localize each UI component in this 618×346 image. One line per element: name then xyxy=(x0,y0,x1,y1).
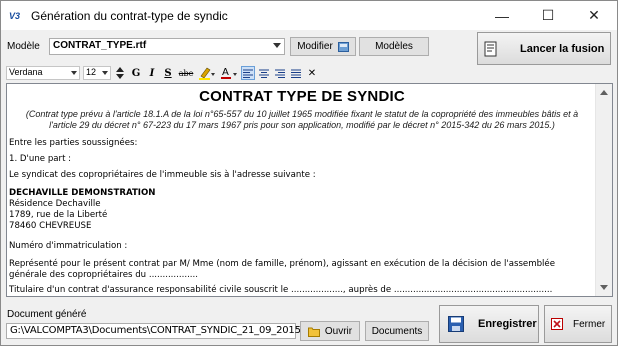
size-stepper-icon[interactable] xyxy=(113,66,127,80)
underline-button[interactable]: S xyxy=(161,66,175,80)
modify-button[interactable]: Modifier xyxy=(290,37,356,56)
address-line: 78460 CHEVREUSE xyxy=(9,221,92,231)
document-subtitle: (Contrat type prévu à l'article 18.1.A d… xyxy=(25,109,579,130)
font-size-select[interactable]: 12 xyxy=(83,66,111,80)
document-paragraph: Numéro d'immatriculation : xyxy=(9,241,128,251)
address-line: 1789, rue de la Liberté xyxy=(9,210,108,220)
launch-fusion-label: Lancer la fusion xyxy=(520,42,605,55)
generated-label: Document généré xyxy=(7,309,87,320)
address-name: DECHAVILLE DEMONSTRATION xyxy=(9,188,156,198)
close-button-label: Fermer xyxy=(573,318,606,330)
document-paragraph: Le syndicat des copropriétaires de l'imm… xyxy=(9,170,316,180)
format-toolbar: Verdana 12 G I S abe A ✕ xyxy=(6,65,430,81)
generated-path-value: G:\VALCOMPTA3\Documents\CONTRAT_SYNDIC_2… xyxy=(10,325,315,336)
align-left-icon[interactable] xyxy=(241,66,255,80)
generated-path-field[interactable]: G:\VALCOMPTA3\Documents\CONTRAT_SYNDIC_2… xyxy=(6,323,315,339)
maximize-icon: ☐ xyxy=(541,7,555,23)
model-label: Modèle xyxy=(7,41,40,52)
maximize-button[interactable]: ☐ xyxy=(525,1,571,30)
document-paragraph: Entre les parties soussignées: xyxy=(9,138,138,148)
minimize-button[interactable]: — xyxy=(479,1,525,30)
chevron-down-icon xyxy=(102,71,108,75)
document-paragraph: 1. D'une part : xyxy=(9,154,72,164)
clear-format-icon[interactable]: ✕ xyxy=(305,66,319,80)
close-icon: ✕ xyxy=(588,7,600,23)
close-button[interactable]: Fermer xyxy=(544,305,612,343)
bold-button[interactable]: G xyxy=(129,66,143,80)
model-select-value: CONTRAT_TYPE.rtf xyxy=(53,40,147,51)
scroll-up-icon[interactable] xyxy=(600,90,608,95)
documents-button[interactable]: Documents xyxy=(365,321,429,341)
edit-icon xyxy=(337,41,349,52)
minimize-icon: — xyxy=(495,7,509,24)
highlighter-icon[interactable] xyxy=(197,66,217,80)
address-line: Résidence Dechaville xyxy=(9,199,101,209)
font-select-value: Verdana xyxy=(9,67,43,77)
document-merge-icon xyxy=(484,41,497,56)
font-color-icon[interactable]: A xyxy=(219,66,239,80)
model-select[interactable]: CONTRAT_TYPE.rtf xyxy=(49,38,285,55)
strikethrough-button[interactable]: abe xyxy=(177,66,195,80)
scroll-down-icon[interactable] xyxy=(600,285,608,290)
align-justify-icon[interactable] xyxy=(289,66,303,80)
document-editor[interactable]: CONTRAT TYPE DE SYNDIC (Contrat type pré… xyxy=(6,83,613,297)
chevron-down-icon xyxy=(71,71,77,75)
launch-fusion-button[interactable]: Lancer la fusion xyxy=(477,32,611,65)
document-title: CONTRAT TYPE DE SYNDIC xyxy=(199,88,405,105)
models-button[interactable]: Modèles xyxy=(359,37,429,56)
save-button-label: Enregistrer xyxy=(478,318,537,330)
window-title: Génération du contrat-type de syndic xyxy=(31,8,228,23)
modify-button-label: Modifier xyxy=(297,41,333,52)
app-icon: V3 xyxy=(9,10,21,21)
vertical-scrollbar[interactable] xyxy=(595,84,612,296)
font-size-value: 12 xyxy=(86,67,97,77)
italic-button[interactable]: I xyxy=(145,66,159,80)
folder-icon xyxy=(307,327,320,337)
align-center-icon[interactable] xyxy=(257,66,271,80)
svg-text:A: A xyxy=(222,67,229,78)
font-select[interactable]: Verdana xyxy=(6,66,80,80)
save-disk-icon xyxy=(448,316,464,332)
save-button[interactable]: Enregistrer xyxy=(439,305,539,343)
open-button-label: Ouvrir xyxy=(324,325,353,337)
models-button-label: Modèles xyxy=(375,41,413,52)
close-window-button[interactable]: ✕ xyxy=(571,1,617,30)
documents-button-label: Documents xyxy=(371,325,423,337)
close-red-icon xyxy=(551,318,563,330)
window-controls: — ☐ ✕ xyxy=(479,1,617,30)
align-right-icon[interactable] xyxy=(273,66,287,80)
document-paragraph: Titulaire d'un contrat d'assurance respo… xyxy=(9,285,553,295)
document-paragraph: Représenté pour le présent contrat par M… xyxy=(9,259,555,280)
main-window: V3 Génération du contrat-type de syndic … xyxy=(0,0,618,346)
chevron-down-icon xyxy=(273,43,281,48)
document-content: CONTRAT TYPE DE SYNDIC (Contrat type pré… xyxy=(9,86,595,296)
open-button[interactable]: Ouvrir xyxy=(300,321,360,341)
title-bar: V3 Génération du contrat-type de syndic … xyxy=(1,1,617,30)
